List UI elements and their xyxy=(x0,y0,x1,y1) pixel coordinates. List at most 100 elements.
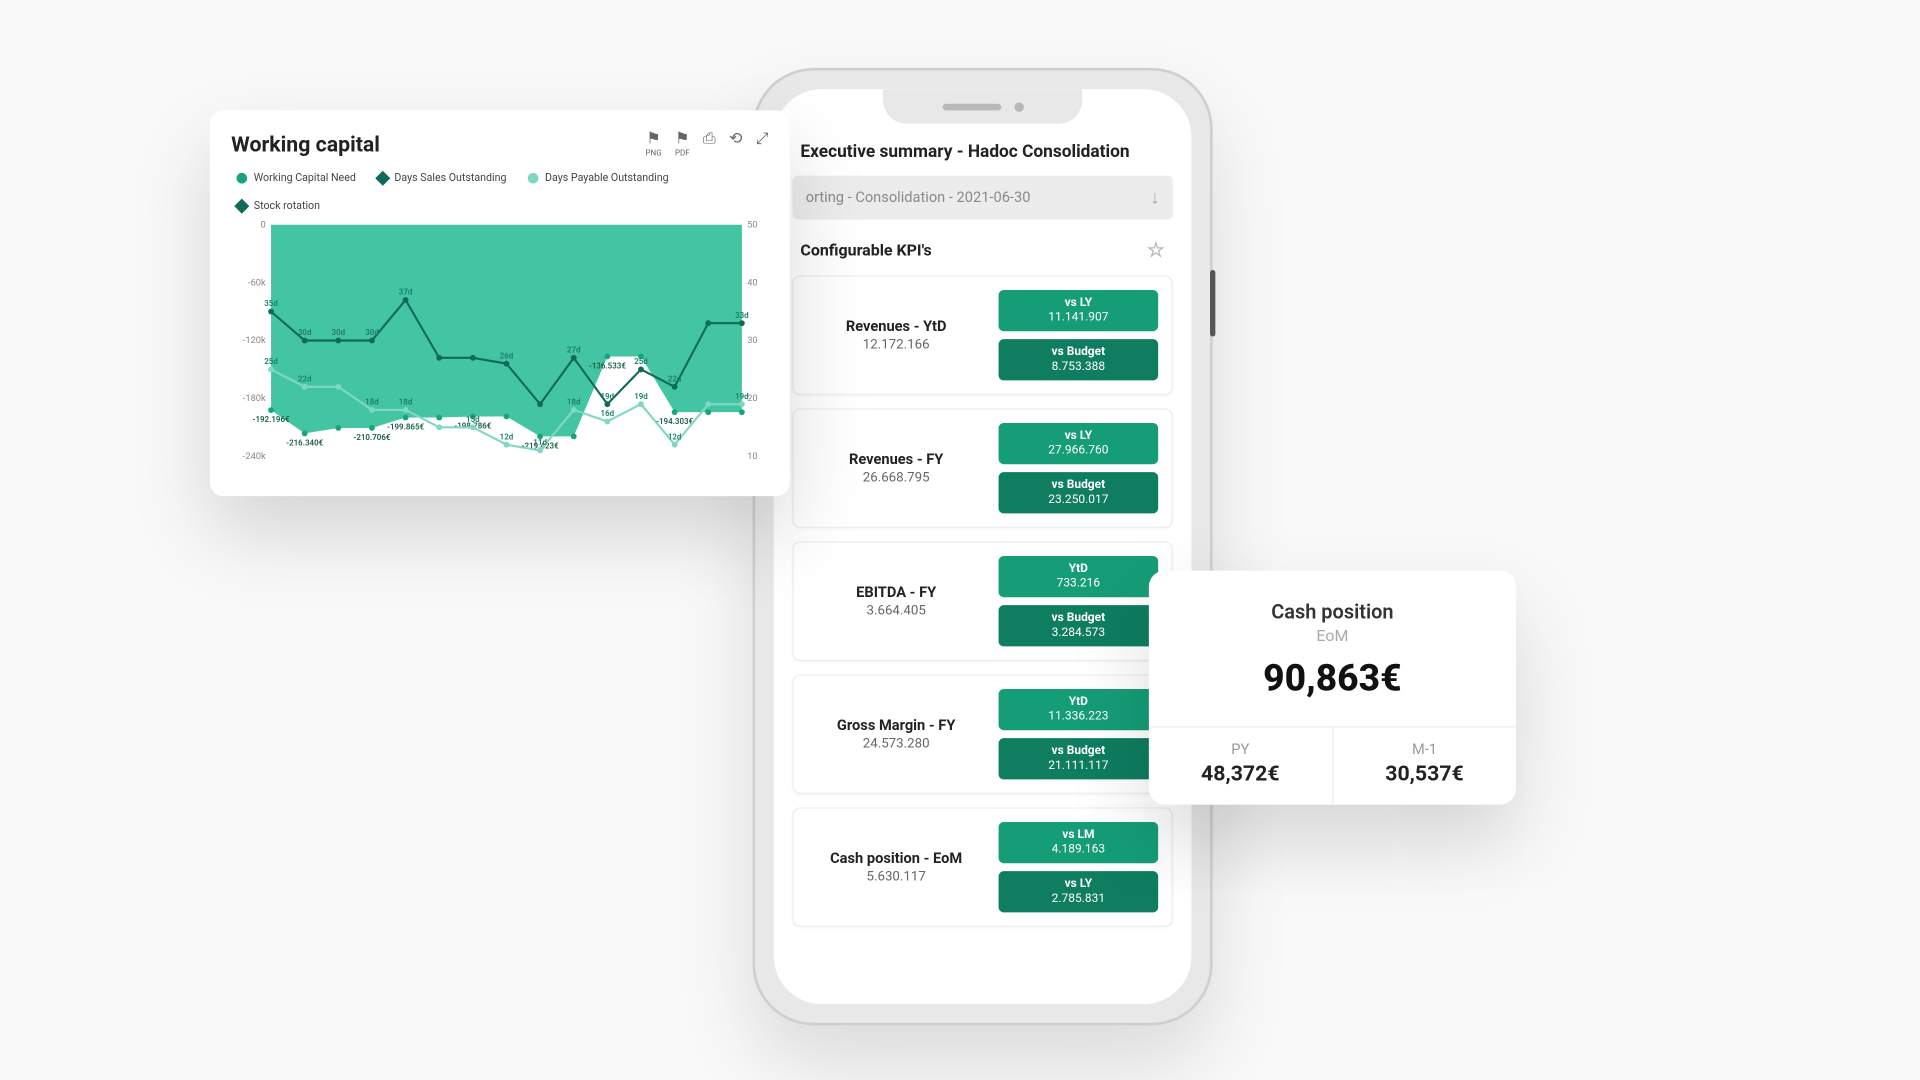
cash-cell-label: M-1 xyxy=(1341,741,1508,758)
svg-text:-60k: -60k xyxy=(248,277,266,288)
kpi-badge[interactable]: YtD 11.336.223 xyxy=(999,689,1159,730)
kpi-badge-value: 3.284.573 xyxy=(1004,626,1153,639)
svg-text:30d: 30d xyxy=(332,328,346,337)
svg-text:18d: 18d xyxy=(365,398,379,407)
svg-text:-192.196€: -192.196€ xyxy=(253,415,291,424)
kpi-badge[interactable]: vs LY 27.966.760 xyxy=(999,423,1159,464)
kpi-badge-value: 21.111.117 xyxy=(1004,759,1153,772)
kpi-badge[interactable]: vs Budget 23.250.017 xyxy=(999,472,1159,513)
svg-text:30: 30 xyxy=(747,335,757,346)
kpi-badge[interactable]: vs LY 11.141.907 xyxy=(999,290,1159,331)
legend-label: Days Sales Outstanding xyxy=(394,172,506,184)
kpi-badge[interactable]: vs Budget 3.284.573 xyxy=(999,605,1159,646)
legend-marker-icon xyxy=(234,198,249,213)
cash-cell: PY 48,372€ xyxy=(1149,728,1332,805)
chart-title: Working capital xyxy=(231,131,380,156)
legend-item[interactable]: Days Sales Outstanding xyxy=(377,172,506,184)
svg-text:37d: 37d xyxy=(399,288,413,297)
svg-text:27d: 27d xyxy=(567,346,581,355)
svg-text:33d: 33d xyxy=(735,311,749,320)
svg-text:18d: 18d xyxy=(399,398,413,407)
kpi-name: Revenues - YtD xyxy=(807,318,985,335)
chart-legend: Working Capital Need Days Sales Outstandi… xyxy=(236,172,763,212)
cash-cell-value: 48,372€ xyxy=(1157,761,1324,786)
svg-text:-216.340€: -216.340€ xyxy=(286,438,324,447)
expand-icon: ⤢ xyxy=(756,129,769,149)
phone-side-button xyxy=(1210,270,1215,337)
kpi-value: 26.668.795 xyxy=(807,471,985,486)
kpi-card[interactable]: EBITDA - FY 3.664.405 YtD 733.216 vs Bud… xyxy=(792,541,1172,661)
chart-svg: 0-60k-120k-180k-240k5040302010-192.196€-… xyxy=(231,217,768,464)
kpi-badge-title: vs Budget xyxy=(1004,745,1153,758)
svg-text:20: 20 xyxy=(747,393,757,404)
tool-label: PDF xyxy=(675,149,690,158)
svg-text:-120k: -120k xyxy=(243,335,266,346)
svg-text:19d: 19d xyxy=(634,392,648,401)
svg-text:-199.865€: -199.865€ xyxy=(387,422,425,431)
refresh-icon: ⟲ xyxy=(729,129,742,148)
svg-text:26d: 26d xyxy=(500,351,514,360)
svg-text:12d: 12d xyxy=(500,432,514,441)
download-icon[interactable]: ↓ xyxy=(1150,186,1159,209)
kpi-badge[interactable]: YtD 733.216 xyxy=(999,556,1159,597)
legend-label: Working Capital Need xyxy=(254,172,356,184)
cash-subtitle: EoM xyxy=(1170,626,1495,645)
kpi-badge-title: vs LY xyxy=(1004,297,1153,310)
page-title: Executive summary - Hadoc Consolidation xyxy=(792,134,1172,175)
svg-text:25d: 25d xyxy=(634,357,648,366)
svg-text:12d: 12d xyxy=(668,432,682,441)
svg-text:-210.706€: -210.706€ xyxy=(353,433,391,442)
cash-cell-label: PY xyxy=(1157,741,1324,758)
legend-marker-icon xyxy=(236,172,247,183)
expand-button[interactable]: ⤢ xyxy=(756,129,769,158)
legend-item[interactable]: Working Capital Need xyxy=(236,172,355,184)
kpi-badge-value: 733.216 xyxy=(1004,577,1153,590)
star-icon[interactable]: ☆ xyxy=(1147,238,1165,262)
png-button[interactable]: ⚑PNG xyxy=(645,129,661,158)
kpi-card[interactable]: Cash position - EoM 5.630.117 vs LM 4.18… xyxy=(792,807,1172,927)
kpi-badge[interactable]: vs LM 4.189.163 xyxy=(999,822,1159,863)
kpi-card[interactable]: Revenues - FY 26.668.795 vs LY 27.966.76… xyxy=(792,408,1172,528)
print-button[interactable]: ⎙ xyxy=(703,129,716,158)
kpi-badge-value: 11.141.907 xyxy=(1004,311,1153,324)
svg-text:10: 10 xyxy=(747,451,757,462)
svg-text:35d: 35d xyxy=(264,299,278,308)
legend-marker-icon xyxy=(375,170,390,185)
cash-position-card: Cash position EoM 90,863€ PY 48,372€M-1 … xyxy=(1149,571,1516,805)
kpi-badge[interactable]: vs Budget 21.111.117 xyxy=(999,738,1159,779)
kpi-value: 24.573.280 xyxy=(807,737,985,752)
pdf-icon: ⚑ xyxy=(675,129,689,148)
app-screen: Executive summary - Hadoc Consolidation … xyxy=(774,89,1192,1004)
kpi-name: Cash position - EoM xyxy=(807,850,985,867)
phone-screen-wrapper: Executive summary - Hadoc Consolidation … xyxy=(774,89,1192,1004)
kpi-card[interactable]: Gross Margin - FY 24.573.280 YtD 11.336.… xyxy=(792,674,1172,794)
breadcrumb[interactable]: orting - Consolidation - 2021-06-30 ↓ xyxy=(792,176,1172,220)
chart-body: 0-60k-120k-180k-240k5040302010-192.196€-… xyxy=(231,217,768,464)
kpi-list: Revenues - YtD 12.172.166 vs LY 11.141.9… xyxy=(792,275,1172,980)
kpi-badge-title: YtD xyxy=(1004,696,1153,709)
svg-text:25d: 25d xyxy=(264,357,278,366)
kpi-badge-title: vs LY xyxy=(1004,430,1153,443)
svg-text:19d: 19d xyxy=(601,392,615,401)
cash-cell: M-1 30,537€ xyxy=(1332,728,1516,805)
kpi-name: Gross Margin - FY xyxy=(807,717,985,734)
kpi-value: 5.630.117 xyxy=(807,870,985,885)
kpi-section-header: Configurable KPI's ☆ xyxy=(792,219,1172,275)
kpi-name: EBITDA - FY xyxy=(807,584,985,601)
legend-item[interactable]: Days Payable Outstanding xyxy=(528,172,669,184)
print-icon: ⎙ xyxy=(703,129,716,149)
svg-text:40: 40 xyxy=(747,277,757,288)
kpi-badge-title: vs Budget xyxy=(1004,346,1153,359)
kpi-badge[interactable]: vs LY 2.785.831 xyxy=(999,871,1159,912)
kpi-badge-value: 23.250.017 xyxy=(1004,493,1153,506)
kpi-badge[interactable]: vs Budget 8.753.388 xyxy=(999,339,1159,380)
legend-item[interactable]: Stock rotation xyxy=(236,200,320,212)
kpi-card[interactable]: Revenues - YtD 12.172.166 vs LY 11.141.9… xyxy=(792,275,1172,395)
pdf-button[interactable]: ⚑PDF xyxy=(675,129,690,158)
svg-text:-194.303€: -194.303€ xyxy=(656,417,694,426)
kpi-section-title: Configurable KPI's xyxy=(800,241,931,260)
kpi-badge-title: vs Budget xyxy=(1004,479,1153,492)
kpi-value: 3.664.405 xyxy=(807,604,985,619)
refresh-button[interactable]: ⟲ xyxy=(729,129,742,158)
kpi-value: 12.172.166 xyxy=(807,338,985,353)
